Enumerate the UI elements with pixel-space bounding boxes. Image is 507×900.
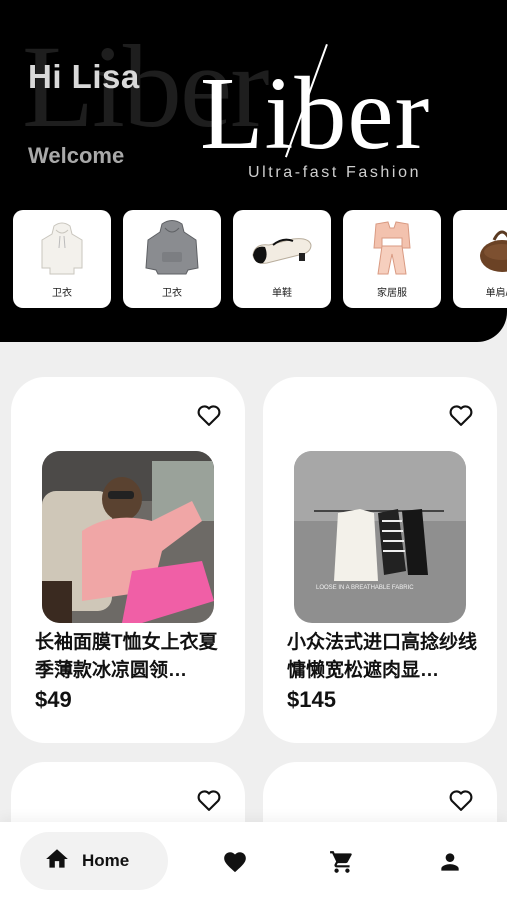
- handbag-icon: [453, 216, 507, 280]
- product-title: 小众法式进口高捻纱线慵懒宽松遮肉显…: [287, 632, 477, 681]
- category-card-hoodie-grey[interactable]: 卫衣: [123, 210, 221, 308]
- favorite-heart-icon[interactable]: [195, 786, 223, 814]
- product-price: $145: [287, 687, 336, 712]
- screen: Liber Hi Lisa Welcome Liber Ultra-fast F…: [0, 0, 507, 900]
- category-label: 卫衣: [162, 288, 182, 299]
- nav-home-button[interactable]: Home: [20, 832, 168, 890]
- product-title: 长袖面膜T恤女上衣夏季薄款冰凉圆领…: [35, 632, 218, 681]
- greeting: Hi Lisa: [28, 58, 140, 95]
- mary-jane-shoe-icon: [233, 216, 331, 280]
- favorite-heart-icon[interactable]: [447, 401, 475, 429]
- bottom-navigation: Home: [0, 822, 507, 900]
- welcome-text: Welcome: [28, 143, 125, 168]
- product-photo[interactable]: LOOSE IN A BREATHABLE FABRIC: [294, 451, 466, 623]
- category-card-hoodie-white[interactable]: 卫衣: [13, 210, 111, 308]
- category-card-shoes[interactable]: 单鞋: [233, 210, 331, 308]
- nav-home-label: Home: [82, 851, 130, 870]
- favorite-heart-icon[interactable]: [447, 786, 475, 814]
- favorite-heart-icon[interactable]: [195, 401, 223, 429]
- brand-tagline: Ultra-fast Fashion: [248, 164, 422, 181]
- product-price: $49: [35, 687, 72, 712]
- product-photo[interactable]: [42, 451, 214, 623]
- white-hoodie-icon: [13, 216, 111, 280]
- product-card[interactable]: LOOSE IN A BREATHABLE FABRIC 小众法式进口高捻纱线慵…: [263, 377, 497, 743]
- profile-icon[interactable]: [437, 849, 463, 875]
- category-label: 单肩/手: [485, 288, 507, 299]
- category-label: 卫衣: [52, 288, 72, 299]
- cart-icon[interactable]: [329, 849, 355, 875]
- pajama-set-icon: [343, 216, 441, 280]
- grey-hoodie-icon: [123, 216, 221, 280]
- header: Liber Hi Lisa Welcome Liber Ultra-fast F…: [0, 0, 507, 342]
- favorites-heart-icon[interactable]: [222, 849, 248, 875]
- photo-caption: LOOSE IN A BREATHABLE FABRIC: [316, 585, 414, 591]
- home-icon: [44, 846, 70, 877]
- category-label: 家居服: [377, 288, 407, 299]
- product-card[interactable]: 长袖面膜T恤女上衣夏季薄款冰凉圆领… $49: [11, 377, 245, 743]
- category-card-homewear[interactable]: 家居服: [343, 210, 441, 308]
- category-card-bags[interactable]: 单肩/手: [453, 210, 507, 308]
- category-label: 单鞋: [272, 288, 292, 299]
- category-strip: 卫衣 卫衣 单鞋 家居服 单肩: [13, 210, 507, 310]
